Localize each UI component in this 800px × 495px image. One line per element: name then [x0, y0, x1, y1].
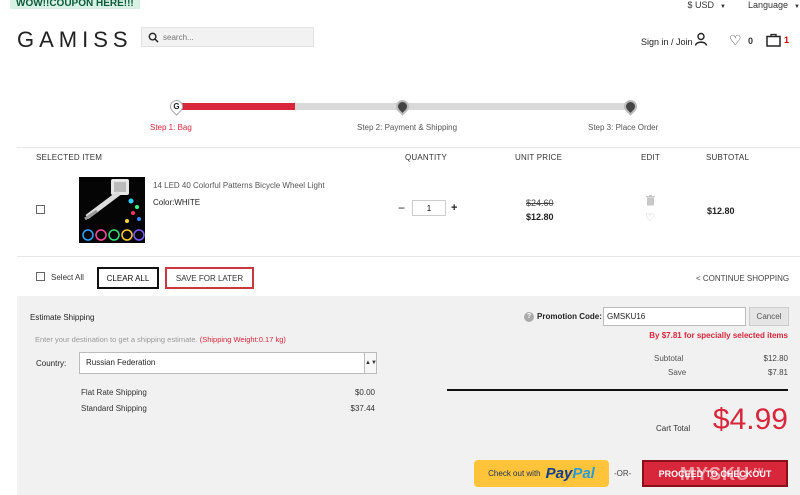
shipping-option-standard: Standard Shipping [81, 404, 147, 413]
save-heart-icon[interactable]: ♡ [645, 213, 655, 224]
country-select[interactable]: Russian Federation ▲▼ [79, 352, 377, 374]
select-all-label[interactable]: Select All [51, 273, 84, 282]
user-icon[interactable] [694, 32, 708, 46]
col-selected-item: SELECTED ITEM [36, 153, 103, 162]
col-quantity: QUANTITY [405, 153, 448, 162]
continue-shopping-link[interactable]: < CONTINUE SHOPPING [696, 274, 789, 283]
currency-selector[interactable]: $ USD ▼ [688, 0, 726, 10]
shipping-price-standard: $37.44 [350, 404, 375, 413]
promotion-code-input[interactable] [603, 307, 746, 326]
bag-count: 1 [784, 35, 790, 45]
step-marker-letter: G [173, 102, 180, 111]
or-separator: -OR- [614, 469, 632, 478]
step-1-marker-icon: G [167, 97, 186, 116]
save-label: Save [668, 368, 687, 377]
shipping-price-flat: $0.00 [354, 388, 375, 397]
search-icon [148, 32, 159, 43]
original-price: $24.60 [526, 198, 554, 208]
save-for-later-button[interactable]: SAVE FOR LATER [165, 267, 254, 289]
watermark-text: MYSKU [680, 464, 751, 484]
currency-label: $ USD [687, 0, 715, 10]
table-header-divider [17, 147, 800, 148]
quantity-input[interactable] [412, 200, 446, 216]
select-arrows-icon: ▲▼ [364, 353, 377, 373]
step-payment-shipping: Step 2: Payment & Shipping [357, 123, 458, 132]
subtotal-value: $12.80 [763, 354, 788, 363]
clear-all-button[interactable]: CLEAR ALL [97, 267, 159, 289]
item-row-divider [17, 256, 800, 257]
step-place-order: Step 3: Place Order [588, 123, 659, 132]
paypal-brand-b: Pal [572, 465, 595, 482]
product-name-link[interactable]: 14 LED 40 Colorful Patterns Bicycle Whee… [153, 181, 325, 190]
step-bag: Step 1: Bag [150, 123, 192, 132]
shipping-weight: (Shipping Weight:0.17 kg) [199, 335, 286, 344]
shipping-desc-text: Enter your destination to get a shipping… [35, 335, 198, 344]
step-2-marker-icon [393, 97, 412, 116]
item-checkbox[interactable] [36, 205, 45, 214]
checkout-progress-fill [177, 103, 295, 110]
col-edit: EDIT [641, 153, 661, 162]
country-value: Russian Federation [86, 358, 156, 367]
country-label: Country: [36, 359, 67, 368]
subtotal-label: Subtotal [654, 354, 684, 363]
save-value: $7.81 [767, 368, 788, 377]
wishlist-count: 0 [748, 36, 754, 46]
paypal-text: Check out with [488, 469, 541, 478]
shopping-bag-icon[interactable] [766, 33, 781, 47]
product-thumbnail[interactable] [79, 177, 145, 243]
estimate-shipping-title: Estimate Shipping [30, 313, 95, 322]
unit-price: $12.80 [526, 212, 554, 222]
summary-divider [447, 389, 788, 391]
paypal-logo: PayPal [546, 465, 595, 482]
col-subtotal: SUBTOTAL [706, 153, 750, 162]
search-input[interactable] [163, 32, 303, 42]
paypal-checkout-button[interactable]: Check out with PayPal [474, 460, 609, 487]
watermark-tld: .ru [750, 465, 765, 475]
item-subtotal: $12.80 [707, 206, 735, 216]
cart-total-value: $4.99 [712, 403, 788, 436]
cart-total-label: Cart Total [656, 424, 691, 433]
wishlist-heart-icon[interactable]: ♡ [729, 33, 742, 47]
signin-link[interactable]: Sign in / Join [641, 37, 693, 47]
estimate-shipping-desc: Enter your destination to get a shipping… [35, 335, 286, 344]
gamiss-logo[interactable]: GAMISS [17, 27, 133, 53]
language-label: Language [748, 0, 789, 10]
search-box[interactable] [141, 27, 314, 47]
coupon-banner[interactable]: WOW!!COUPON HERE!!! [10, 0, 140, 9]
language-selector[interactable]: Language ▼ [748, 0, 800, 10]
help-icon[interactable]: ? [524, 312, 534, 322]
top-utility-bar: $ USD ▼ Language ▼ [688, 0, 800, 10]
qty-decrease-button[interactable]: − [398, 201, 405, 215]
promotion-code-label: Promotion Code: [537, 312, 602, 321]
caret-down-icon: ▼ [720, 4, 726, 10]
select-all-checkbox[interactable] [36, 272, 45, 281]
trash-icon[interactable] [646, 195, 655, 206]
qty-increase-button[interactable]: + [451, 202, 457, 214]
col-unit-price: UNIT PRICE [515, 153, 563, 162]
promotion-cancel-button[interactable]: Cancel [749, 307, 789, 326]
caret-down-icon: ▼ [794, 4, 800, 10]
step-3-marker-icon [621, 97, 640, 116]
paypal-brand-a: Pay [545, 465, 573, 482]
watermark: MYSKU.ru [680, 464, 765, 485]
promotion-note: By $7.81 for specially selected items [649, 331, 788, 340]
product-color: Color:WHITE [153, 198, 201, 207]
shipping-option-flat: Flat Rate Shipping [81, 388, 147, 397]
